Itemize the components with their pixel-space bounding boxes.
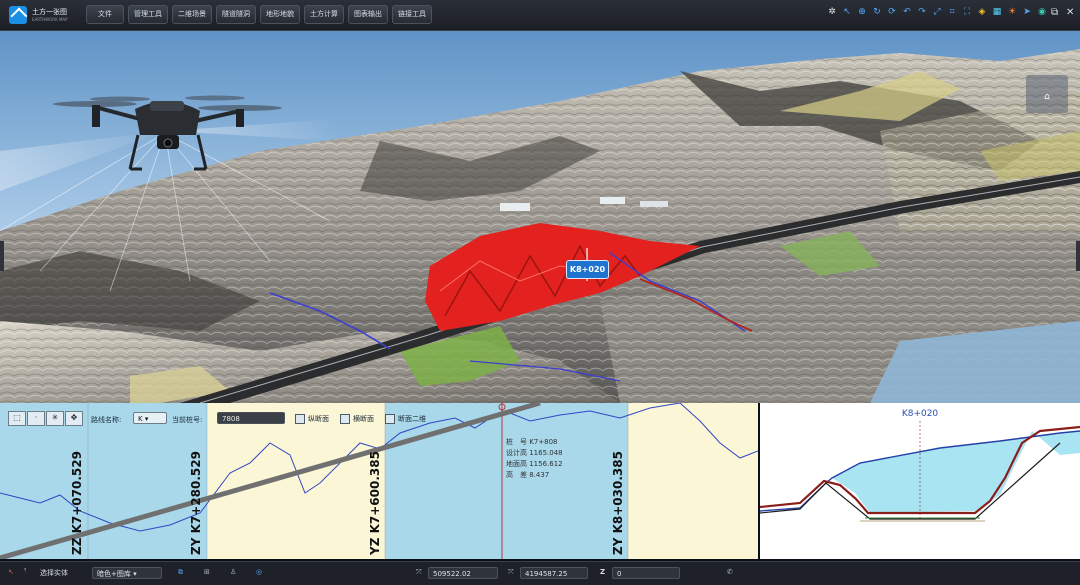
profile-checkbox-3-label: 断面二维 <box>398 415 426 423</box>
current-station-label: 当前桩号: <box>172 416 203 424</box>
station-label-1: ZZ K7+070.529 <box>70 451 84 555</box>
y-coordinate-icon: ⤧ <box>508 568 514 576</box>
pin-icon[interactable]: ➤ <box>1021 6 1033 18</box>
cross-section-title: K8+020 <box>902 409 939 419</box>
target-icon[interactable]: ◎ <box>256 568 262 576</box>
close-button[interactable]: ✕ <box>1066 7 1074 18</box>
sun-icon[interactable]: ☀ <box>1006 6 1018 18</box>
layer-icon[interactable]: ⧉ <box>178 568 183 577</box>
profile-checkbox-3[interactable]: 断面二维 <box>385 414 426 426</box>
x-coordinate-icon: ⤧ <box>416 568 422 576</box>
undo-icon[interactable]: ↶ <box>901 6 913 18</box>
gear-icon[interactable]: ✲ <box>826 6 838 18</box>
station-marker-label[interactable]: K8+020 <box>566 260 609 279</box>
profile-select-icon[interactable]: ⬚ <box>8 411 26 426</box>
user-icon[interactable]: ♙ <box>230 568 236 576</box>
cross-section-panel: K8+020 <box>759 403 1080 559</box>
cross-section-chart: K8+020 <box>759 409 1080 522</box>
checkbox-icon <box>385 414 395 424</box>
main-menu: 文件 管理工具 二维场景 隧道隧洞 地形地貌 土方计算 图表输出 链接工具 <box>86 5 432 25</box>
profile-move-icon[interactable]: ✥ <box>65 411 83 426</box>
profile-checkbox-1[interactable]: 纵断面 <box>295 414 329 426</box>
globe-icon[interactable]: ◉ <box>1036 6 1048 18</box>
station-label-4: ZY K8+030.385 <box>611 451 625 555</box>
top-toolbar: 土方一张图 EARTHWORK MAP 文件 管理工具 二维场景 隧道隧洞 地形… <box>0 0 1080 31</box>
layer-filter-value: 暗色+图库 <box>97 570 131 578</box>
info-line-diff: 高 差 8.437 <box>506 471 550 479</box>
menu-file[interactable]: 文件 <box>86 5 124 24</box>
cursor-icon[interactable]: ↖ <box>8 568 14 576</box>
current-station-input[interactable]: 7808 <box>217 412 285 424</box>
profile-checkbox-2[interactable]: 横断面 <box>340 414 374 426</box>
app-subtitle: EARTHWORK MAP <box>32 17 68 22</box>
menu-earthwork-calc[interactable]: 土方计算 <box>304 5 344 24</box>
select-icon[interactable]: ↖ <box>841 6 853 18</box>
checkbox-icon <box>340 414 350 424</box>
info-line-station: 桩 号 K7+808 <box>506 438 558 446</box>
layer-filter-select[interactable]: 暗色+图库 ▾ <box>92 567 162 579</box>
checkbox-icon <box>295 414 305 424</box>
station-label-2: ZY K7+280.529 <box>189 451 203 555</box>
profile-pan-icon[interactable]: · <box>27 411 45 426</box>
profile-checkbox-1-label: 纵断面 <box>308 415 329 423</box>
app-logo <box>9 6 27 24</box>
layers-icon[interactable]: ◈ <box>976 6 988 18</box>
select-entity-label: 选择实体 <box>40 569 68 577</box>
fullscreen-icon[interactable]: ⛶ <box>961 6 973 18</box>
refresh-icon[interactable]: ⟳ <box>886 6 898 18</box>
route-name-label: 路线名称: <box>91 416 122 424</box>
menu-2d-scene[interactable]: 二维场景 <box>172 5 212 24</box>
crop-icon[interactable]: ⌗ <box>946 6 958 18</box>
phone-icon[interactable]: ✆ <box>727 568 733 576</box>
redo-icon[interactable]: ↷ <box>916 6 928 18</box>
menu-terrain[interactable]: 地形地貌 <box>260 5 300 24</box>
y-coordinate-field[interactable]: 4194587.25 <box>520 567 588 579</box>
restore-button[interactable]: ⧉ <box>1051 7 1058 18</box>
app-title: 土方一张图 <box>32 8 67 16</box>
profile-zoom-icon[interactable]: ✳ <box>46 411 64 426</box>
z-coordinate-field[interactable]: 0 <box>612 567 680 579</box>
info-line-ground: 地面高 1156.612 <box>506 460 563 468</box>
menu-management-tools[interactable]: 管理工具 <box>128 5 168 24</box>
flag-icon[interactable]: ▦ <box>991 6 1003 18</box>
longitudinal-profile-panel: ⬚ · ✳ ✥ 路线名称: K ▾ 当前桩号: 7808 纵断面 横断面 断面二… <box>0 403 758 559</box>
station-label-3: YZ K7+600.385 <box>368 451 382 555</box>
rotate-icon[interactable]: ↻ <box>871 6 883 18</box>
status-bar: ↖ ⤒ 选择实体 暗色+图库 ▾ ⧉ ⊞ ♙ ◎ ⤧ 509522.02 ⤧ 4… <box>0 561 1080 585</box>
z-coordinate-label: Z <box>600 568 606 576</box>
3d-viewport[interactable]: ⌂ K8+020 <box>0 31 1080 403</box>
tool-icons: ✲ ↖ ⊕ ↻ ⟳ ↶ ↷ ⤢ ⌗ ⛶ ◈ ▦ ☀ ➤ ◉ <box>826 6 1048 18</box>
menu-link-tools[interactable]: 链接工具 <box>392 5 432 24</box>
terrain-scene: ⌂ <box>0 31 1080 403</box>
station-info-box: 桩 号 K7+808 设计高 1165.048 地面高 1156.612 高 差… <box>506 437 563 481</box>
zoom-icon[interactable]: ⊕ <box>856 6 868 18</box>
route-name-value: K <box>138 415 143 423</box>
menu-tunnel[interactable]: 隧道隧洞 <box>216 5 256 24</box>
profile-checkbox-2-label: 横断面 <box>353 415 374 423</box>
svg-text:⌂: ⌂ <box>1044 92 1050 102</box>
grid-icon[interactable]: ⊞ <box>204 568 210 576</box>
info-line-design: 设计高 1165.048 <box>506 449 563 457</box>
measure-icon[interactable]: ⤢ <box>931 6 943 18</box>
route-name-select[interactable]: K ▾ <box>133 412 167 424</box>
x-coordinate-field[interactable]: 509522.02 <box>428 567 498 579</box>
menu-chart-output[interactable]: 图表输出 <box>348 5 388 24</box>
